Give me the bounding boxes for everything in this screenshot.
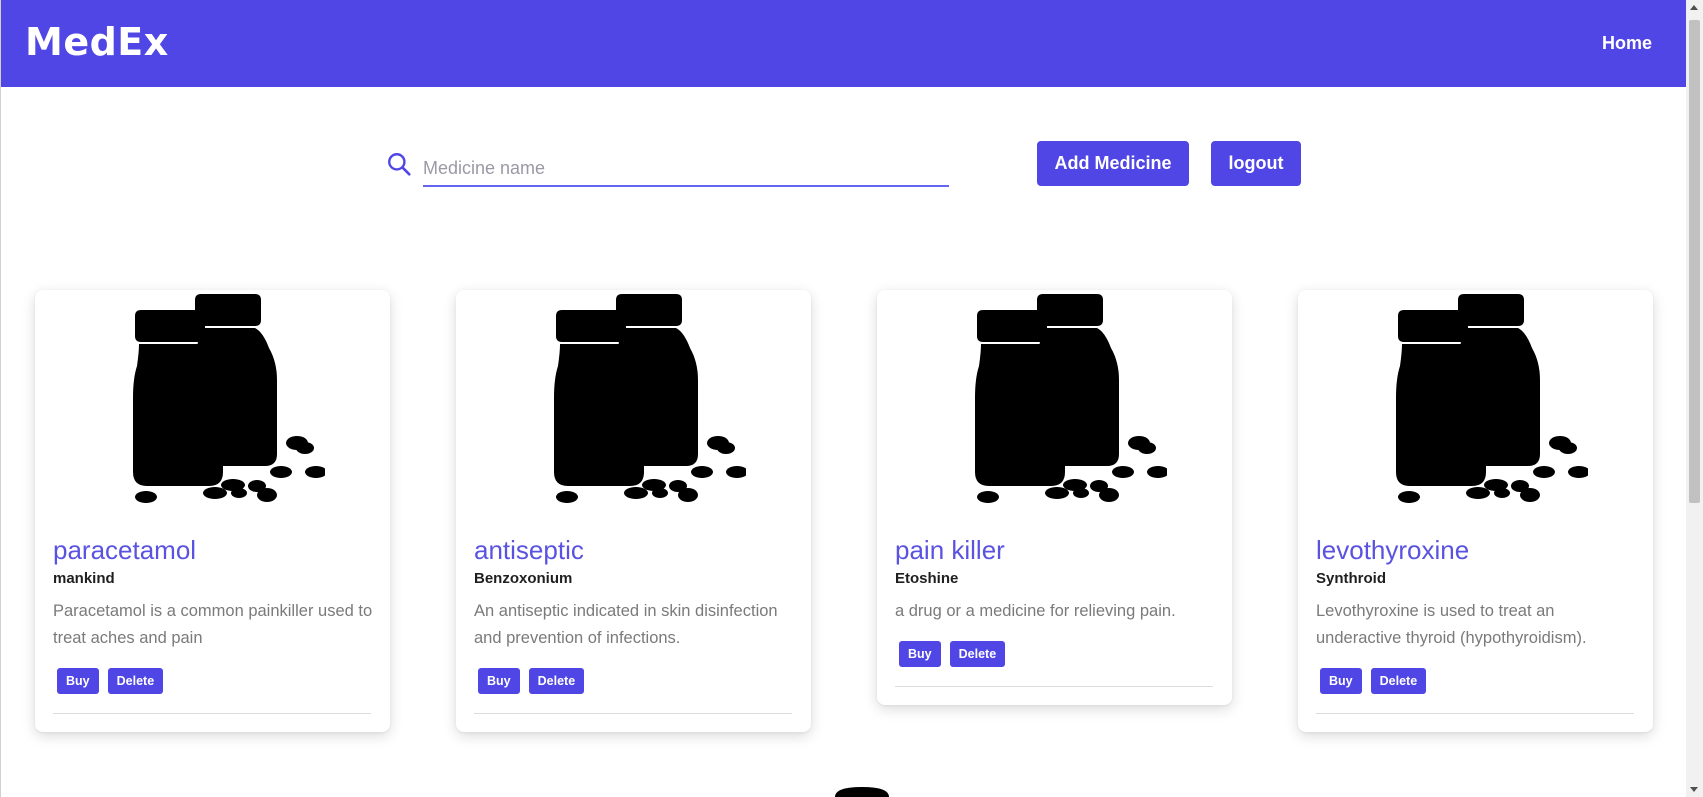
vertical-scrollbar[interactable] [1686, 0, 1703, 797]
card-divider [53, 713, 371, 714]
medicine-brand: Etoshine [895, 570, 959, 587]
search-input[interactable] [423, 145, 949, 187]
medicine-name[interactable]: levothyroxine [1316, 535, 1469, 566]
medicine-brand: Synthroid [1316, 570, 1386, 587]
card-divider [1316, 713, 1634, 714]
pill-bottles-icon [1396, 294, 1588, 503]
card-actions: Buy Delete [478, 668, 585, 694]
page: MedEx Home Add Medicine logout paracetam… [0, 0, 1686, 797]
pill-bottles-icon [835, 787, 889, 797]
card-actions: Buy Delete [899, 641, 1006, 667]
medicine-description: a drug or a medicine for relieving pain. [895, 602, 1176, 620]
buy-button[interactable]: Buy [57, 668, 99, 694]
medicine-description: Levothyroxine is used to treat an undera… [1316, 602, 1587, 647]
buy-button[interactable]: Buy [899, 641, 941, 667]
navbar: MedEx Home [1, 0, 1686, 87]
medicine-card: levothyroxine Synthroid Levothyroxine is… [1298, 290, 1653, 732]
delete-button[interactable]: Delete [107, 668, 164, 694]
search-bar [386, 145, 949, 187]
pill-bottles-icon [554, 294, 746, 503]
medicine-card: paracetamol mankind Paracetamol is a com… [35, 290, 390, 732]
add-medicine-button[interactable]: Add Medicine [1037, 141, 1189, 186]
delete-button[interactable]: Delete [528, 668, 585, 694]
scroll-down-icon[interactable] [1690, 787, 1698, 792]
pill-bottles-icon [133, 294, 325, 503]
medicine-card: antiseptic Benzoxonium An antiseptic ind… [456, 290, 811, 732]
medicine-card: pain killer Etoshine a drug or a medicin… [877, 290, 1232, 705]
delete-button[interactable]: Delete [1370, 668, 1427, 694]
logout-button[interactable]: logout [1211, 141, 1301, 186]
search-icon [388, 153, 411, 176]
nav-home-link[interactable]: Home [1602, 33, 1652, 54]
medicine-brand: Benzoxonium [474, 570, 573, 587]
medicine-description: Paracetamol is a common painkiller used … [53, 602, 373, 647]
medicine-name[interactable]: antiseptic [474, 535, 584, 566]
brand-logo[interactable]: MedEx [25, 20, 169, 64]
buy-button[interactable]: Buy [478, 668, 520, 694]
buy-button[interactable]: Buy [1320, 668, 1362, 694]
delete-button[interactable]: Delete [949, 641, 1006, 667]
medicine-brand: mankind [53, 570, 115, 587]
card-divider [895, 686, 1213, 687]
card-actions: Buy Delete [57, 668, 164, 694]
medicine-name[interactable]: pain killer [895, 535, 1005, 566]
scroll-up-icon[interactable] [1690, 5, 1698, 10]
card-actions: Buy Delete [1320, 668, 1427, 694]
card-divider [474, 713, 792, 714]
pill-bottles-icon [975, 294, 1167, 503]
medicine-description: An antiseptic indicated in skin disinfec… [474, 602, 778, 647]
medicine-name[interactable]: paracetamol [53, 535, 196, 566]
scrollbar-thumb[interactable] [1689, 20, 1700, 503]
